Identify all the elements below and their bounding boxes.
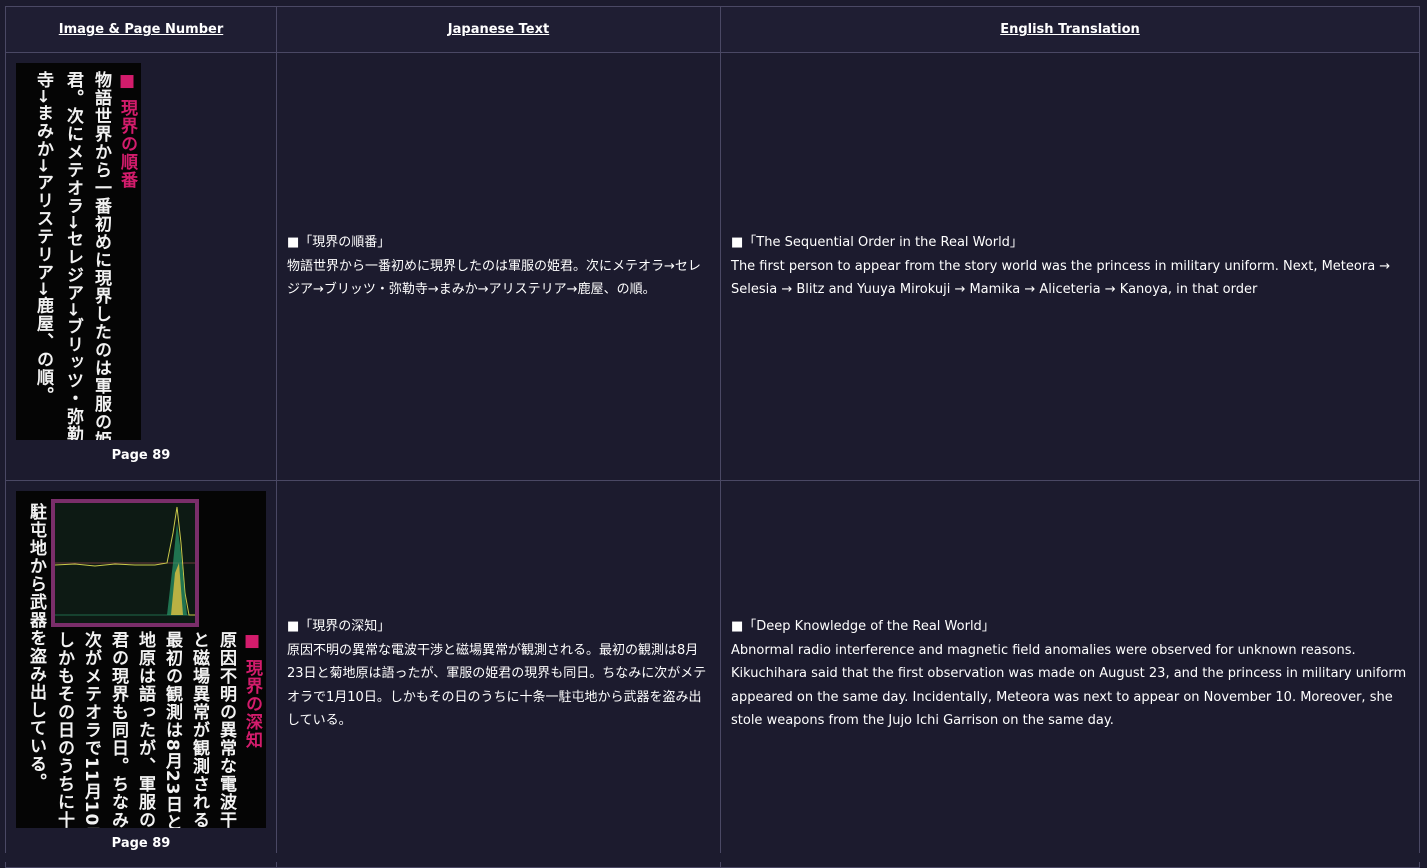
scan-column: 君。次にメテオラ→セレジア→ブリッツ・弥勒 — [63, 71, 83, 440]
english-title: ■「The Sequential Order in the Real World… — [731, 235, 1023, 250]
english-title: ■「Deep Knowledge of the Real World」 — [731, 619, 995, 634]
page-scan-image: ■ 現界の深知 原因不明の異常な電波干渉 と磁場異常が観測される。 最初の観測は… — [16, 490, 266, 828]
header-image-page[interactable]: Image & Page Number — [5, 6, 277, 53]
scan-column: 原因不明の異常な電波干渉 — [216, 630, 236, 828]
image-cell: ■ 現界の深知 原因不明の異常な電波干渉 と磁場異常が観測される。 最初の観測は… — [5, 479, 277, 868]
translation-table: Image & Page Number Japanese Text Englis… — [5, 6, 1420, 868]
scan-column: と磁場異常が観測される。 — [189, 630, 209, 828]
english-body: Abnormal radio interference and magnetic… — [731, 642, 1407, 729]
spectrum-graphic — [54, 506, 195, 615]
table-header-row: Image & Page Number Japanese Text Englis… — [5, 6, 1420, 53]
scan-column: 駐屯地から武器を盗み出している。 — [26, 502, 46, 791]
japanese-body: 原因不明の異常な電波干渉と磁場異常が観測される。最初の観測は8月23日と菊地原は… — [287, 642, 707, 729]
english-body: The first person to appear from the stor… — [731, 258, 1391, 298]
scan-column: 物語世界から一番初めに現界したのは軍服の姫 — [91, 71, 111, 440]
japanese-title: ■「現界の深知」 — [287, 619, 391, 634]
table-row: ■ 現界の順番 物語世界から一番初めに現界したのは軍服の姫 君。次にメテオラ→セ… — [5, 52, 1420, 481]
header-english-translation[interactable]: English Translation — [720, 6, 1420, 53]
scan-column: ■ 現界の順番 — [117, 71, 137, 189]
scan-column: 地原は語ったが、軍服の姫 — [135, 630, 155, 828]
page-number-label: Page 89 — [111, 835, 171, 851]
image-cell: ■ 現界の順番 物語世界から一番初めに現界したのは軍服の姫 君。次にメテオラ→セ… — [5, 52, 277, 481]
scan-column: ■ 現界の深知 — [242, 630, 262, 749]
english-translation-cell: ■「Deep Knowledge of the Real World」 Abno… — [720, 479, 1420, 868]
scan-column: 君の現界も同日。ちなみに — [108, 630, 128, 828]
scan-column: 最初の観測は8月23日と菊 — [162, 630, 182, 828]
scan-column: 寺→まみか→アリステリア→鹿屋、の順。 — [33, 71, 53, 405]
page-number-label: Page 89 — [111, 448, 171, 463]
page-scan-image: ■ 現界の順番 物語世界から一番初めに現界したのは軍服の姫 君。次にメテオラ→セ… — [16, 63, 141, 440]
spectrum-plot-image — [51, 498, 199, 627]
table-row: ■ 現界の深知 原因不明の異常な電波干渉 と磁場異常が観測される。 最初の観測は… — [5, 479, 1420, 868]
japanese-title: ■「現界の順番」 — [287, 235, 391, 250]
scan-column: しかもその日のうちに十条 — [54, 630, 74, 828]
english-translation-cell: ■「The Sequential Order in the Real World… — [720, 52, 1420, 481]
scan-column: 次がメテオラで11月10日。 — [81, 630, 101, 828]
page-bottom-edge — [0, 853, 1427, 862]
header-japanese-text[interactable]: Japanese Text — [276, 6, 721, 53]
japanese-text-cell: ■「現界の順番」 物語世界から一番初めに現界したのは軍服の姫君。次にメテオラ→セ… — [276, 52, 721, 481]
japanese-body: 物語世界から一番初めに現界したのは軍服の姫君。次にメテオラ→セレジア→ブリッツ・… — [287, 258, 701, 298]
japanese-text-cell: ■「現界の深知」 原因不明の異常な電波干渉と磁場異常が観測される。最初の観測は8… — [276, 479, 721, 868]
